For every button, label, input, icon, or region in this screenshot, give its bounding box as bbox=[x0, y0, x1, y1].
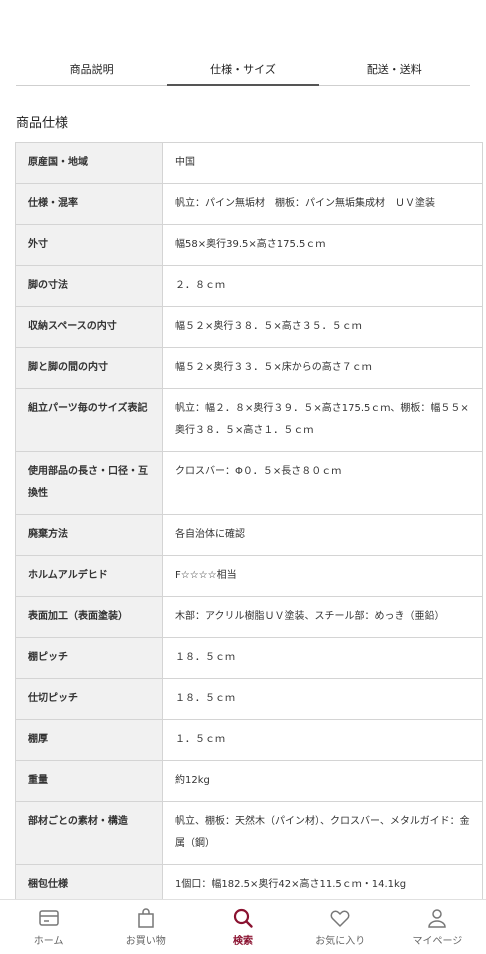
table-row: 原産国・地域 中国 bbox=[15, 142, 483, 184]
tab-shipping[interactable]: 配送・送料 bbox=[318, 56, 470, 86]
spec-key: 原産国・地域 bbox=[15, 142, 163, 184]
spec-value: 各自治体に確認 bbox=[162, 514, 483, 556]
spec-value: クロスバー：Φ０．５×長さ８０ｃｍ bbox=[162, 451, 483, 515]
nav-shopping-label: お買い物 bbox=[125, 936, 166, 947]
search-icon bbox=[233, 908, 253, 928]
table-row: 棚ピッチ １８．５ｃｍ bbox=[15, 637, 483, 679]
spec-key: 重量 bbox=[15, 760, 163, 802]
nav-shopping[interactable]: お買い物 bbox=[97, 900, 194, 954]
spec-key: 表面加工（表面塗装） bbox=[15, 596, 163, 638]
spec-value: 約12kg bbox=[162, 760, 483, 802]
spec-value: 木部：アクリル樹脂ＵＶ塗装、スチール部：めっき（亜鉛） bbox=[162, 596, 483, 638]
nav-favorites[interactable]: お気に入り bbox=[292, 900, 389, 954]
nav-home[interactable]: ホーム bbox=[0, 900, 97, 954]
section-title: 商品仕様 bbox=[16, 116, 69, 131]
spec-key: 外寸 bbox=[15, 224, 163, 266]
spec-key: 棚ピッチ bbox=[15, 637, 163, 679]
product-tabs: 商品説明 仕様・サイズ 配送・送料 bbox=[16, 56, 470, 86]
spec-value: 中国 bbox=[162, 142, 483, 184]
spec-key: 組立パーツ毎のサイズ表記 bbox=[15, 388, 163, 452]
table-row: 部材ごとの素材・構造 帆立、棚板：天然木（パイン材）、クロスバー、メタルガイド：金… bbox=[15, 801, 483, 865]
nav-search[interactable]: 検索 bbox=[194, 900, 291, 954]
spec-value: １８．５ｃｍ bbox=[162, 678, 483, 720]
home-card-icon bbox=[38, 910, 59, 926]
nav-mypage[interactable]: マイページ bbox=[389, 900, 486, 954]
spec-value: １８．５ｃｍ bbox=[162, 637, 483, 679]
spec-key: 収納スペースの内寸 bbox=[15, 306, 163, 348]
spec-key: 脚と脚の間の内寸 bbox=[15, 347, 163, 389]
nav-home-label: ホーム bbox=[33, 936, 64, 947]
table-row: 使用部品の長さ・口径・互換性 クロスバー：Φ０．５×長さ８０ｃｍ bbox=[15, 451, 483, 515]
spec-key: 使用部品の長さ・口径・互換性 bbox=[15, 451, 163, 515]
table-row: 収納スペースの内寸 幅５２×奥行３８．５×高さ３５．５ｃｍ bbox=[15, 306, 483, 348]
table-row: 脚の寸法 ２．８ｃｍ bbox=[15, 265, 483, 307]
spec-key: 脚の寸法 bbox=[15, 265, 163, 307]
table-row: 脚と脚の間の内寸 幅５２×奥行３３．５×床からの高さ７ｃｍ bbox=[15, 347, 483, 389]
spec-value: 幅５２×奥行３８．５×高さ３５．５ｃｍ bbox=[162, 306, 483, 348]
spec-key: 廃棄方法 bbox=[15, 514, 163, 556]
spec-key: 部材ごとの素材・構造 bbox=[15, 801, 163, 865]
table-row: 外寸 幅58×奥行39.5×高さ175.5ｃｍ bbox=[15, 224, 483, 266]
spec-table: 原産国・地域 中国 仕様・混率 帆立：パイン無垢材 棚板：パイン無垢集成材 ＵＶ塗装… bbox=[15, 142, 483, 906]
table-row: ホルムアルデヒド F☆☆☆☆相当 bbox=[15, 555, 483, 597]
spec-value: 帆立：パイン無垢材 棚板：パイン無垢集成材 ＵＶ塗装 bbox=[162, 183, 483, 225]
spec-key: 仕切ピッチ bbox=[15, 678, 163, 720]
bottom-nav: ホーム お買い物 検索 お気に入り マイページ bbox=[0, 899, 486, 954]
table-row: 重量 約12kg bbox=[15, 760, 483, 802]
tab-description[interactable]: 商品説明 bbox=[16, 56, 168, 86]
table-row: 仕様・混率 帆立：パイン無垢材 棚板：パイン無垢集成材 ＵＶ塗装 bbox=[15, 183, 483, 225]
tab-specs-size[interactable]: 仕様・サイズ bbox=[167, 56, 319, 86]
table-row: 表面加工（表面塗装） 木部：アクリル樹脂ＵＶ塗装、スチール部：めっき（亜鉛） bbox=[15, 596, 483, 638]
table-row: 仕切ピッチ １８．５ｃｍ bbox=[15, 678, 483, 720]
shopping-bag-icon bbox=[138, 908, 154, 928]
spec-value: 幅５２×奥行３３．５×床からの高さ７ｃｍ bbox=[162, 347, 483, 389]
spec-value: １．５ｃｍ bbox=[162, 719, 483, 761]
spec-key: ホルムアルデヒド bbox=[15, 555, 163, 597]
spec-value: ２．８ｃｍ bbox=[162, 265, 483, 307]
spec-value: F☆☆☆☆相当 bbox=[162, 555, 483, 597]
spec-key: 棚厚 bbox=[15, 719, 163, 761]
user-icon bbox=[428, 909, 447, 928]
table-row: 組立パーツ毎のサイズ表記 帆立：幅２．８×奥行３９．５×高さ175.5ｃｍ、棚板：… bbox=[15, 388, 483, 452]
spec-value: 帆立：幅２．８×奥行３９．５×高さ175.5ｃｍ、棚板：幅５５×奥行３８．５×高… bbox=[162, 388, 483, 452]
heart-icon bbox=[330, 910, 350, 927]
table-row: 棚厚 １．５ｃｍ bbox=[15, 719, 483, 761]
spec-value: 帆立、棚板：天然木（パイン材）、クロスバー、メタルガイド：金属（鋼） bbox=[162, 801, 483, 865]
spec-key: 仕様・混率 bbox=[15, 183, 163, 225]
nav-search-label: 検索 bbox=[233, 936, 253, 947]
spec-value: 幅58×奥行39.5×高さ175.5ｃｍ bbox=[162, 224, 483, 266]
nav-favorites-label: お気に入り bbox=[315, 936, 366, 947]
table-row: 廃棄方法 各自治体に確認 bbox=[15, 514, 483, 556]
nav-mypage-label: マイページ bbox=[412, 936, 463, 947]
